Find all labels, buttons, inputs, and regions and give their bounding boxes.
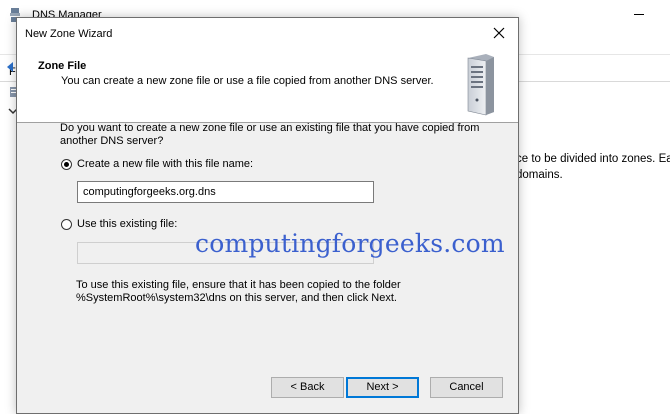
cancel-button[interactable]: Cancel: [430, 377, 503, 398]
wizard-header: Zone File You can create a new zone file…: [17, 48, 518, 123]
dialog-titlebar[interactable]: New Zone Wizard: [17, 18, 518, 48]
use-existing-label[interactable]: Use this existing file:: [77, 218, 177, 230]
dialog-title: New Zone Wizard: [25, 28, 113, 40]
option-use-existing[interactable]: Use this existing file:: [61, 218, 177, 230]
back-button[interactable]: < Back: [271, 377, 344, 398]
new-zone-wizard-dialog: New Zone Wizard Zone File You can create…: [16, 17, 519, 414]
minimize-icon[interactable]: [634, 14, 644, 15]
header-subtitle: You can create a new zone file or use a …: [61, 75, 434, 87]
create-new-radio[interactable]: [61, 158, 72, 170]
watermark-text: computingforgeeks.com: [195, 229, 505, 258]
question-text: Do you want to create a new zone file or…: [60, 122, 480, 147]
close-icon[interactable]: [487, 23, 511, 43]
header-title: Zone File: [38, 60, 87, 72]
next-button[interactable]: Next >: [346, 377, 419, 398]
option-create-new[interactable]: Create a new file with this file name:: [61, 158, 253, 170]
zone-description: ce to be divided into zones. Ea domains.: [516, 153, 670, 181]
create-new-label[interactable]: Create a new file with this file name:: [77, 158, 253, 170]
existing-file-help: To use this existing file, ensure that i…: [76, 279, 401, 304]
server-icon: [467, 54, 494, 116]
new-file-name-input[interactable]: [77, 181, 374, 203]
use-existing-radio[interactable]: [61, 218, 72, 230]
